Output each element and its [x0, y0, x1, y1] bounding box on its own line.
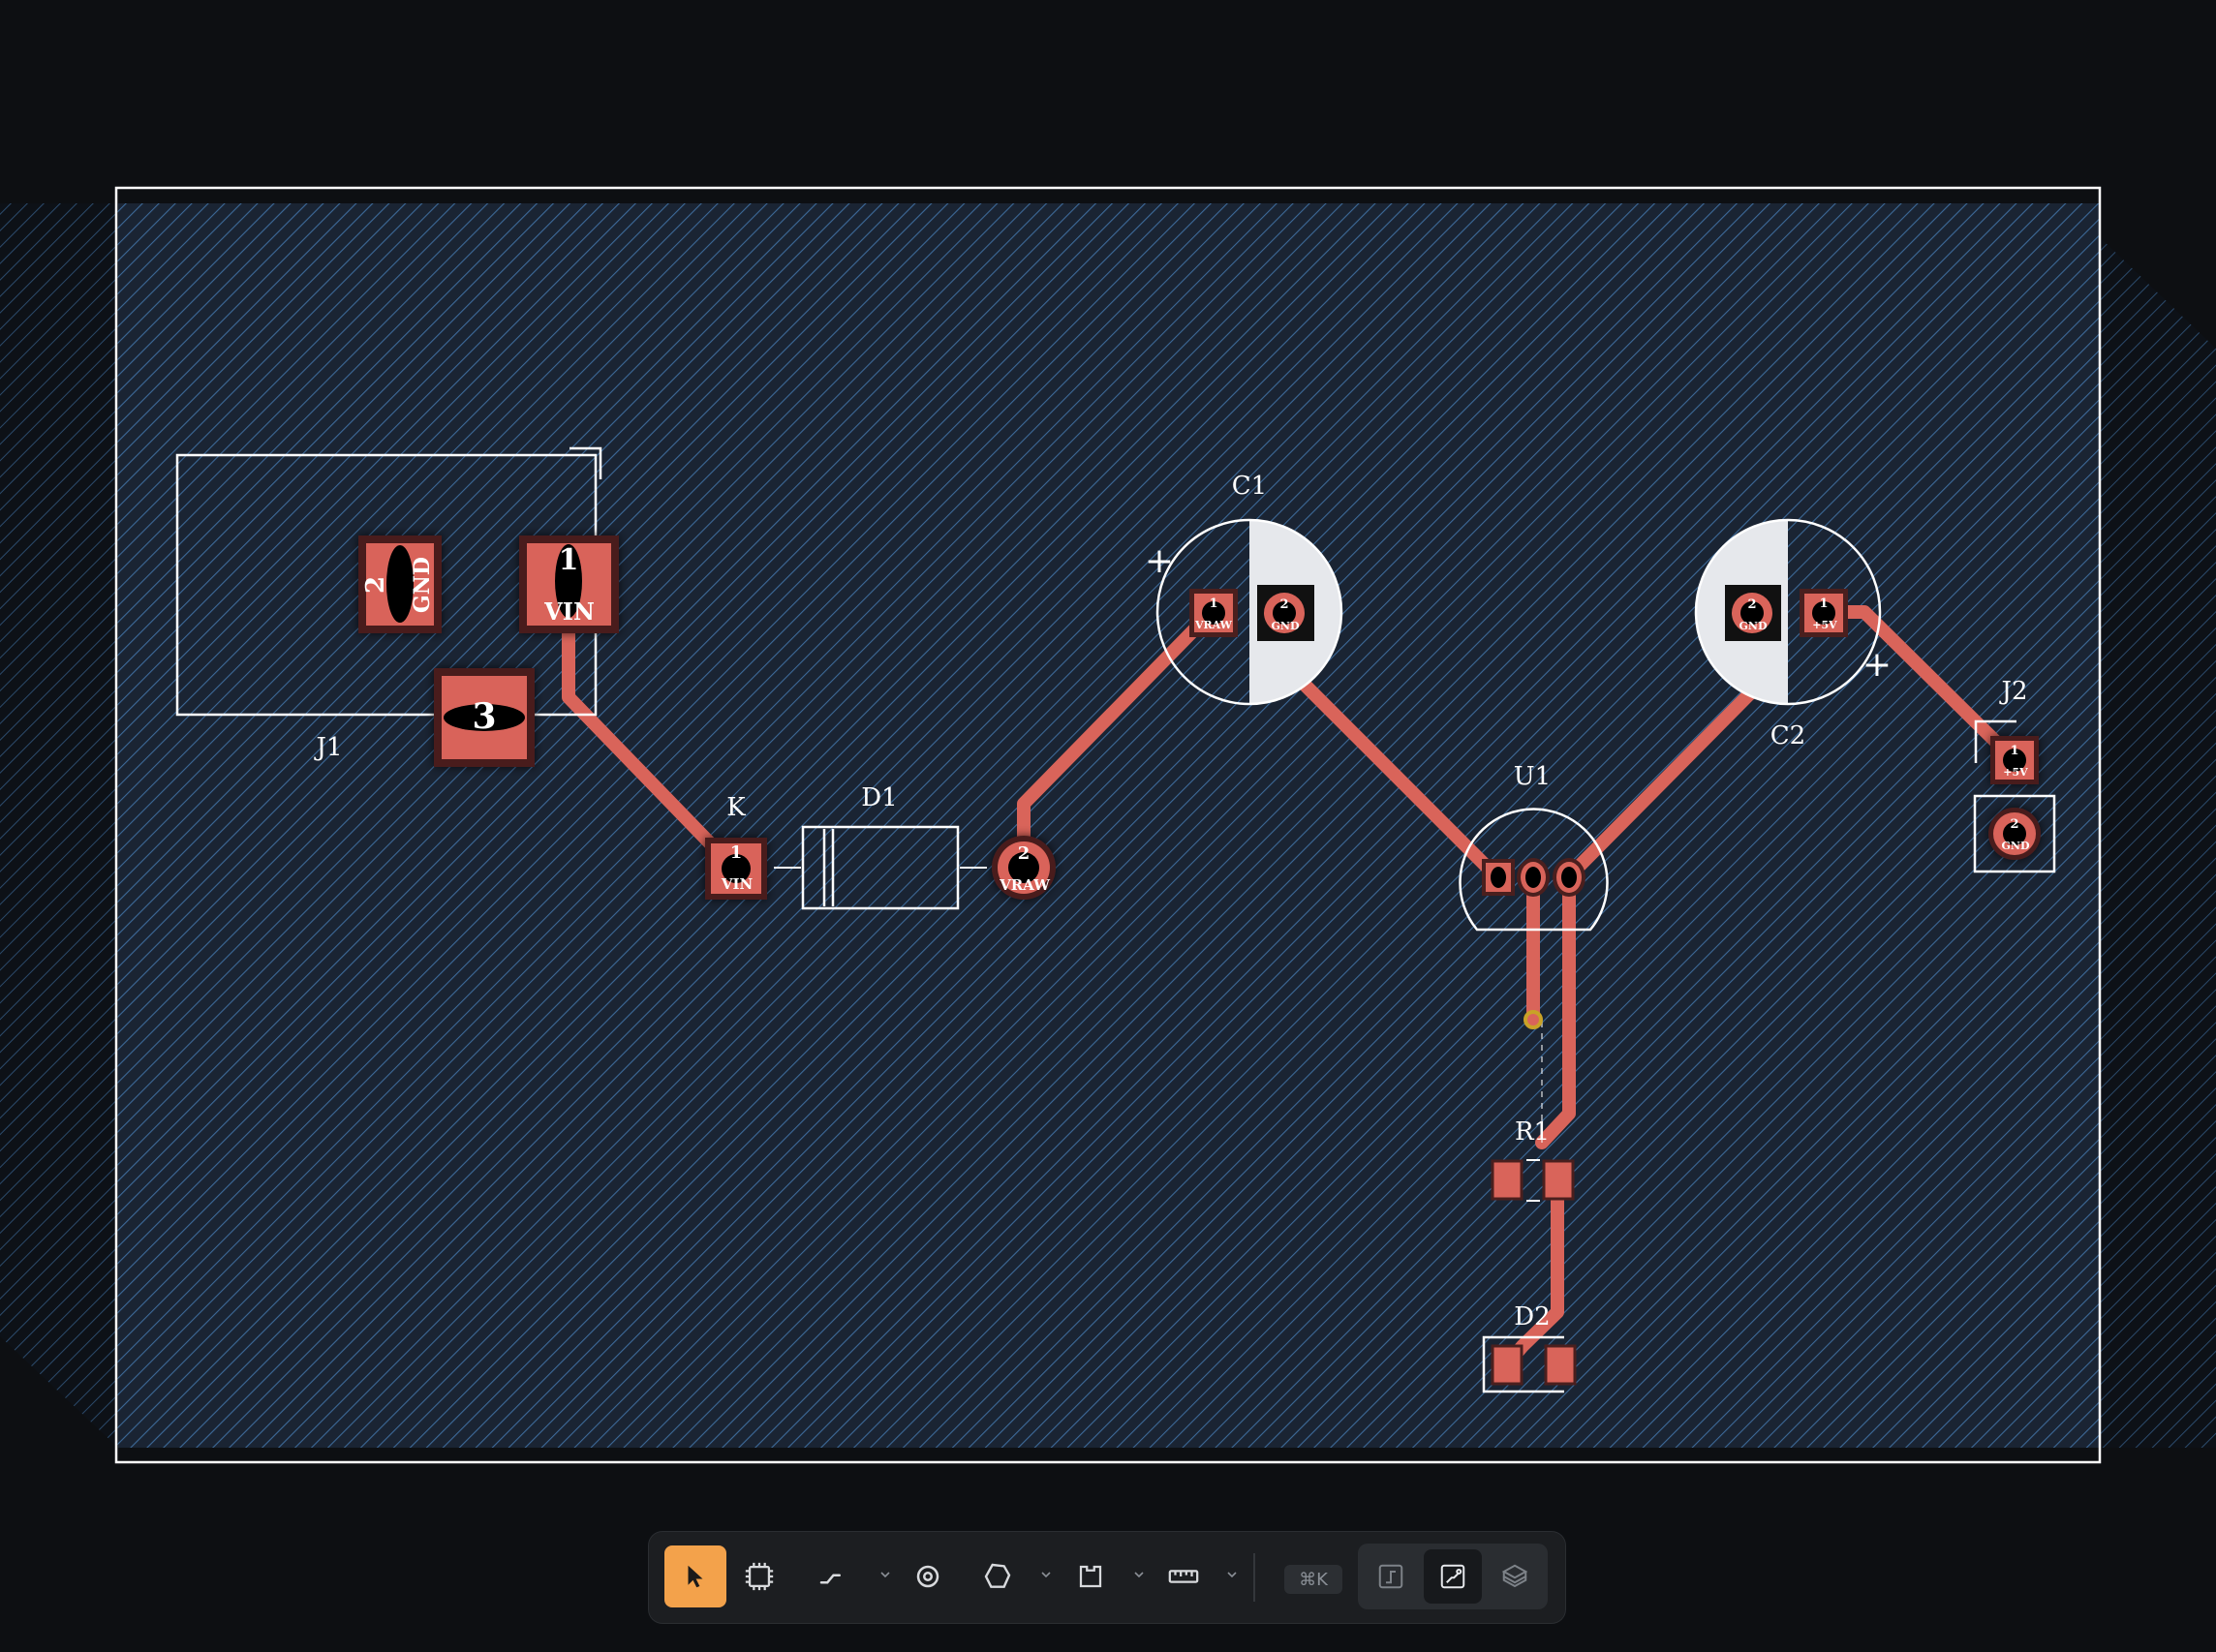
pcb-view-icon [1440, 1564, 1465, 1589]
j2-pad-2-number: 2 [2010, 817, 2018, 832]
j2-pad-1-net: +5V [2003, 766, 2028, 779]
pcb-view-button[interactable] [1424, 1549, 1482, 1604]
outline-options-chevron[interactable] [1131, 1567, 1147, 1582]
d1-ref-label: D1 [861, 783, 897, 812]
c2-pad-2-number: 2 [1747, 597, 1756, 612]
j2-ref-label: J2 [1999, 677, 2028, 706]
footprint-tool-button[interactable] [728, 1545, 790, 1607]
route-options-chevron[interactable] [877, 1567, 893, 1582]
route-tool-button[interactable] [800, 1545, 862, 1607]
c1-ref-label: C1 [1232, 472, 1267, 501]
board-area [118, 203, 2100, 1448]
chevron-down-icon [1041, 1572, 1051, 1578]
r1-pad-2[interactable] [1542, 1159, 1575, 1201]
u1-ref-label: U1 [1514, 762, 1551, 791]
outer-zone-right [2100, 237, 2216, 1448]
r1-pad-1[interactable] [1491, 1159, 1524, 1201]
outline-icon [1079, 1565, 1102, 1588]
k-pad-1-net: VIN [721, 875, 754, 893]
u1-pad-2[interactable] [1517, 858, 1550, 897]
pointer-icon [688, 1565, 703, 1588]
c1-pad-2[interactable] [1257, 585, 1314, 641]
measure-tool-button[interactable] [1153, 1545, 1215, 1607]
u1-pad-3[interactable] [1553, 858, 1585, 897]
chevron-down-icon [1227, 1572, 1237, 1578]
j1-pad-2-net: GND [410, 557, 435, 613]
u1-pad-1[interactable] [1482, 859, 1515, 896]
c1-pad-1-number: 1 [1209, 597, 1217, 611]
j1-pad-1-net: VIN [543, 597, 595, 626]
c1-pad-2-net: GND [1272, 620, 1300, 632]
c2-pad-2[interactable] [1725, 585, 1781, 641]
chip-icon [745, 1562, 774, 1591]
zone-tool-button[interactable] [967, 1545, 1029, 1607]
d2-ref-label: D2 [1514, 1302, 1550, 1331]
zone-options-chevron[interactable] [1038, 1567, 1054, 1582]
c2-ref-label: C2 [1770, 721, 1805, 750]
3d-view-button[interactable] [1486, 1549, 1544, 1604]
k-pad-1-number: 1 [730, 842, 743, 863]
chevron-down-icon [1134, 1572, 1144, 1578]
outer-zone-left [0, 203, 118, 1448]
schematic-view-icon [1378, 1564, 1403, 1589]
d2-pad-1[interactable] [1491, 1344, 1524, 1386]
c1-polarity-mark: + [1145, 541, 1174, 581]
select-tool-button[interactable] [664, 1545, 726, 1607]
j2-pad-2-net: GND [2002, 840, 2030, 852]
ruler-icon [1168, 1570, 1199, 1583]
d1-pad-2-net: VRAW [999, 876, 1051, 894]
j1-pad-2-number: 2 [361, 576, 390, 594]
c2-pad-1-number: 1 [1819, 597, 1828, 611]
bottom-toolbar: ⌘K [649, 1532, 1565, 1623]
measure-options-chevron[interactable] [1224, 1567, 1240, 1582]
pcb-canvas[interactable]: 2 GND 1 VIN 3 J1 K 1 VIN D1 2 VRAW C1 + … [0, 0, 2216, 1652]
k-ref-label: K [726, 793, 746, 822]
3d-view-icon [1501, 1564, 1528, 1588]
r1-ref-label: R1 [1515, 1117, 1550, 1147]
j1-pad-1-number: 1 [559, 543, 579, 577]
command-palette-shortcut[interactable]: ⌘K [1284, 1565, 1342, 1594]
d2-pad-2[interactable] [1544, 1344, 1577, 1386]
polygon-icon [984, 1563, 1011, 1588]
view-switcher [1358, 1544, 1548, 1609]
via-tool-button[interactable] [897, 1545, 959, 1607]
toolbar-divider [1253, 1553, 1255, 1602]
d1-pad-2-number: 2 [1018, 843, 1031, 864]
chevron-down-icon [880, 1572, 890, 1578]
j2-pad-1-number: 1 [2010, 744, 2018, 758]
c2-polarity-mark: + [1862, 645, 1892, 685]
board-outline-tool-button[interactable] [1060, 1545, 1122, 1607]
c2-pad-1-net: +5V [1812, 619, 1837, 631]
via-icon [916, 1565, 939, 1588]
j1-pad-3-number: 3 [472, 696, 496, 737]
c1-pad-1-net: VRAW [1194, 619, 1233, 631]
c1-pad-2-number: 2 [1279, 597, 1288, 612]
schematic-view-button[interactable] [1362, 1549, 1420, 1604]
c2-pad-2-net: GND [1739, 620, 1768, 632]
j1-ref-label: J1 [314, 733, 343, 762]
route-icon [819, 1574, 841, 1584]
